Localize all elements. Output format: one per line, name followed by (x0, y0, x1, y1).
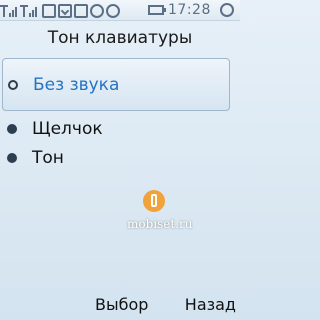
message-icon (58, 4, 72, 18)
radio-selected-icon (8, 79, 18, 90)
radio-icon (7, 153, 17, 163)
watermark-logo-icon (143, 190, 165, 212)
page-title: Тон клавиатуры (47, 28, 193, 48)
back-softkey[interactable]: Назад (185, 295, 236, 314)
radio-icon (7, 124, 17, 134)
option-silent[interactable]: Без звука (2, 58, 230, 111)
headset-icon (90, 4, 104, 18)
mms-icon (106, 4, 120, 18)
option-label: Тон (32, 148, 64, 168)
alarm-icon (220, 3, 234, 17)
status-icons (0, 2, 120, 18)
watermark-text: mobiset.ru (127, 217, 193, 231)
clock-time: 17:28 (168, 2, 211, 18)
option-label: Щелчок (32, 119, 103, 139)
option-tone[interactable]: Тон (0, 141, 240, 175)
signal-icon (0, 2, 20, 18)
battery-icon (148, 5, 166, 15)
signal-icon (20, 2, 40, 18)
gprs-icon (42, 4, 56, 18)
mail-icon (74, 4, 88, 18)
option-label: Без звука (33, 74, 120, 95)
softkey-bar: Выбор Назад (0, 292, 240, 320)
status-bar: 17:28 (0, 0, 240, 21)
select-softkey[interactable]: Выбор (95, 295, 148, 314)
